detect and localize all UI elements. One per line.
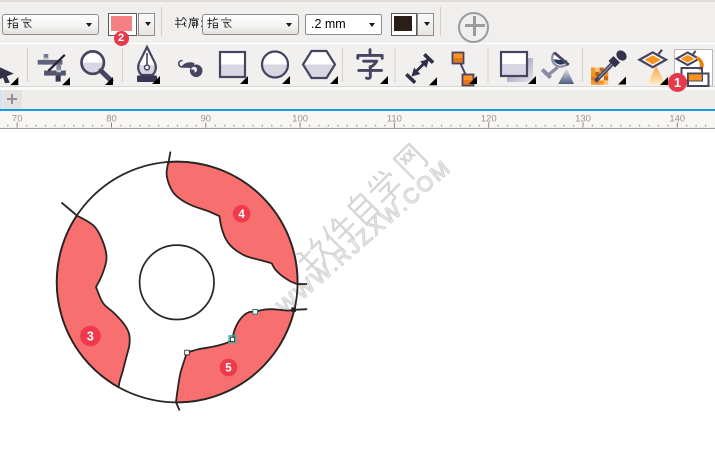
svg-text:3: 3 [87, 330, 94, 344]
svg-text:5: 5 [225, 363, 232, 375]
svg-text:4: 4 [238, 209, 245, 221]
svg-text:WWW.RJZXW.COM: WWW.RJZXW.COM [273, 156, 456, 319]
